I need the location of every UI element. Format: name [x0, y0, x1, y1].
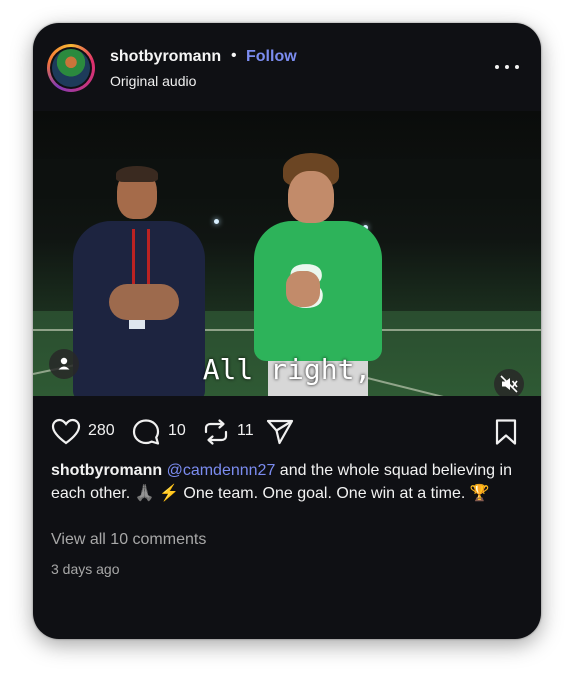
- action-bar: 280 10 11: [33, 418, 541, 448]
- emoji-trophy: 🏆: [469, 485, 490, 502]
- user-tag-icon[interactable]: [49, 349, 79, 379]
- comment-count[interactable]: 10: [168, 422, 186, 440]
- emoji-lightning: ⚡: [159, 485, 179, 502]
- caption-username[interactable]: shotbyromann: [51, 462, 162, 479]
- more-icon[interactable]: [494, 59, 520, 75]
- post-timestamp: 3 days ago: [51, 561, 120, 577]
- caption-text-part2: One team. One goal. One win at a time.: [178, 485, 470, 502]
- emoji-praying-hands: 🙏🏽: [134, 485, 155, 502]
- post-card: shotbyromann • Follow Original audio 8: [33, 23, 541, 639]
- heart-icon[interactable]: [51, 418, 81, 446]
- avatar[interactable]: [47, 44, 95, 92]
- caption-mention[interactable]: @camdennn27: [167, 462, 276, 479]
- person-left-hands: [109, 284, 179, 320]
- person-right-hands: [286, 271, 320, 307]
- repost-icon[interactable]: [201, 418, 231, 446]
- comment-icon[interactable]: [132, 418, 162, 446]
- view-comments-link[interactable]: View all 10 comments: [51, 531, 206, 549]
- avatar-image: [52, 49, 90, 87]
- post-video[interactable]: 8 All right,: [33, 111, 541, 396]
- username[interactable]: shotbyromann: [110, 48, 221, 66]
- mute-icon[interactable]: [494, 369, 524, 396]
- avatar-border: [50, 47, 92, 89]
- bookmark-icon[interactable]: [493, 418, 519, 446]
- post-header: shotbyromann • Follow Original audio: [33, 23, 541, 111]
- post-caption: shotbyromann @camdennn27 and the whole s…: [51, 459, 521, 505]
- person-right-head: [288, 171, 334, 223]
- repost-count[interactable]: 11: [237, 422, 254, 440]
- follow-button[interactable]: Follow: [246, 48, 297, 66]
- audio-label[interactable]: Original audio: [110, 73, 196, 89]
- separator-dot: •: [231, 47, 237, 64]
- video-caption: All right,: [202, 353, 372, 386]
- share-icon[interactable]: [265, 418, 295, 446]
- like-count[interactable]: 280: [88, 422, 115, 440]
- person-left-hair: [116, 166, 158, 182]
